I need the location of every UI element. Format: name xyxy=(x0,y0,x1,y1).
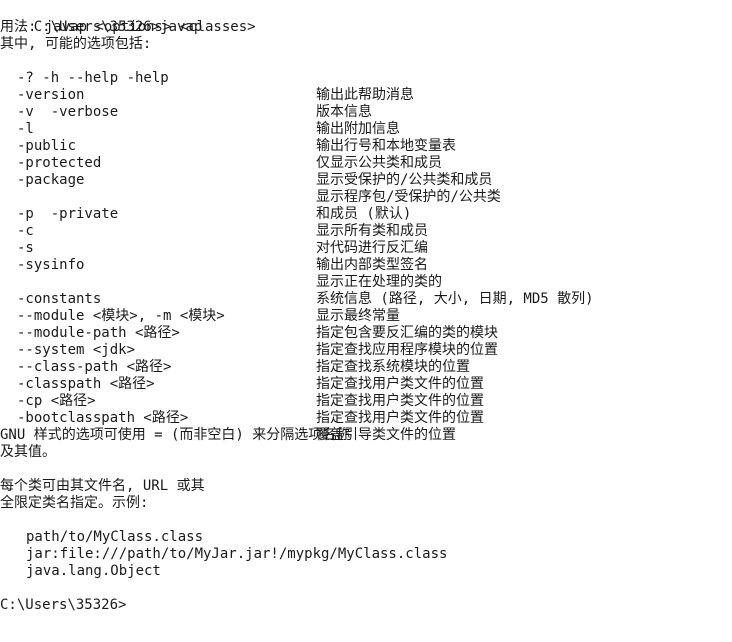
class-note-line: 每个类可由其文件名, URL 或其 xyxy=(0,478,205,494)
option-row: -s 输出内部类型签名 xyxy=(0,223,732,273)
option-row: -cp <路径> 指定查找用户类文件的位置 xyxy=(0,376,732,426)
option-row: -v -verbose 输出附加信息 xyxy=(0,87,732,137)
option-row: -sysinfo 显示正在处理的类的 xyxy=(0,240,732,290)
option-row: -classpath <路径> 指定查找用户类文件的位置 xyxy=(0,359,732,409)
example-line: path/to/MyClass.class xyxy=(0,512,732,545)
options-intro: 其中, 可能的选项包括: xyxy=(0,36,152,52)
gnu-note-line: 及其值。 xyxy=(0,444,56,460)
gnu-note-line: GNU 样式的选项可使用 = (而非空白) 来分隔选项名称 xyxy=(0,427,351,443)
option-desc: 指定查找用户类文件的位置 xyxy=(316,410,484,426)
command-line: C:\Users\35326>javap xyxy=(0,2,203,35)
example-line: jar:file:///path/to/MyJar.jar!/mypkg/MyC… xyxy=(0,529,732,562)
option-row: -constants 显示最终常量 xyxy=(0,274,732,324)
option-row: -l 输出行号和本地变量表 xyxy=(0,104,732,154)
option-row: --system <jdk> 指定查找系统模块的位置 xyxy=(0,325,732,375)
option-row: -public 仅显示公共类和成员 xyxy=(0,121,732,171)
option-name: -bootclasspath <路径> xyxy=(17,410,189,426)
class-note-line: 全限定类名指定。示例: xyxy=(0,495,149,511)
option-row: 和成员 (默认) xyxy=(0,172,732,222)
option-row: -? -h --help -help 输出此帮助消息 xyxy=(0,53,732,103)
option-row: --module <模块>, -m <模块> 指定包含要反汇编的类的模块 xyxy=(0,291,732,341)
option-row: -bootclasspath <路径> 覆盖引导类文件的位置 xyxy=(0,393,732,443)
console-window[interactable]: C:\Users\35326>javap 用法: javap <options>… xyxy=(0,0,732,642)
final-prompt[interactable]: C:\Users\35326> xyxy=(0,597,126,614)
example-text: java.lang.Object xyxy=(26,563,161,579)
option-row: -c 对代码进行反汇编 xyxy=(0,206,732,256)
usage-line: 用法: javap <options> <classes> xyxy=(0,19,256,35)
option-row: --module-path <路径> 指定查找应用程序模块的位置 xyxy=(0,308,732,358)
option-row: --class-path <路径> 指定查找用户类文件的位置 xyxy=(0,342,732,392)
option-row: -package 显示程序包/受保护的/公共类 xyxy=(0,155,732,205)
option-row: 系统信息 (路径, 大小, 日期, MD5 散列) xyxy=(0,257,732,307)
option-row: -protected 显示受保护的/公共类和成员 xyxy=(0,138,732,188)
option-row: -version 版本信息 xyxy=(0,70,732,120)
example-line: java.lang.Object xyxy=(0,546,732,579)
option-row: -p -private 显示所有类和成员 xyxy=(0,189,732,239)
